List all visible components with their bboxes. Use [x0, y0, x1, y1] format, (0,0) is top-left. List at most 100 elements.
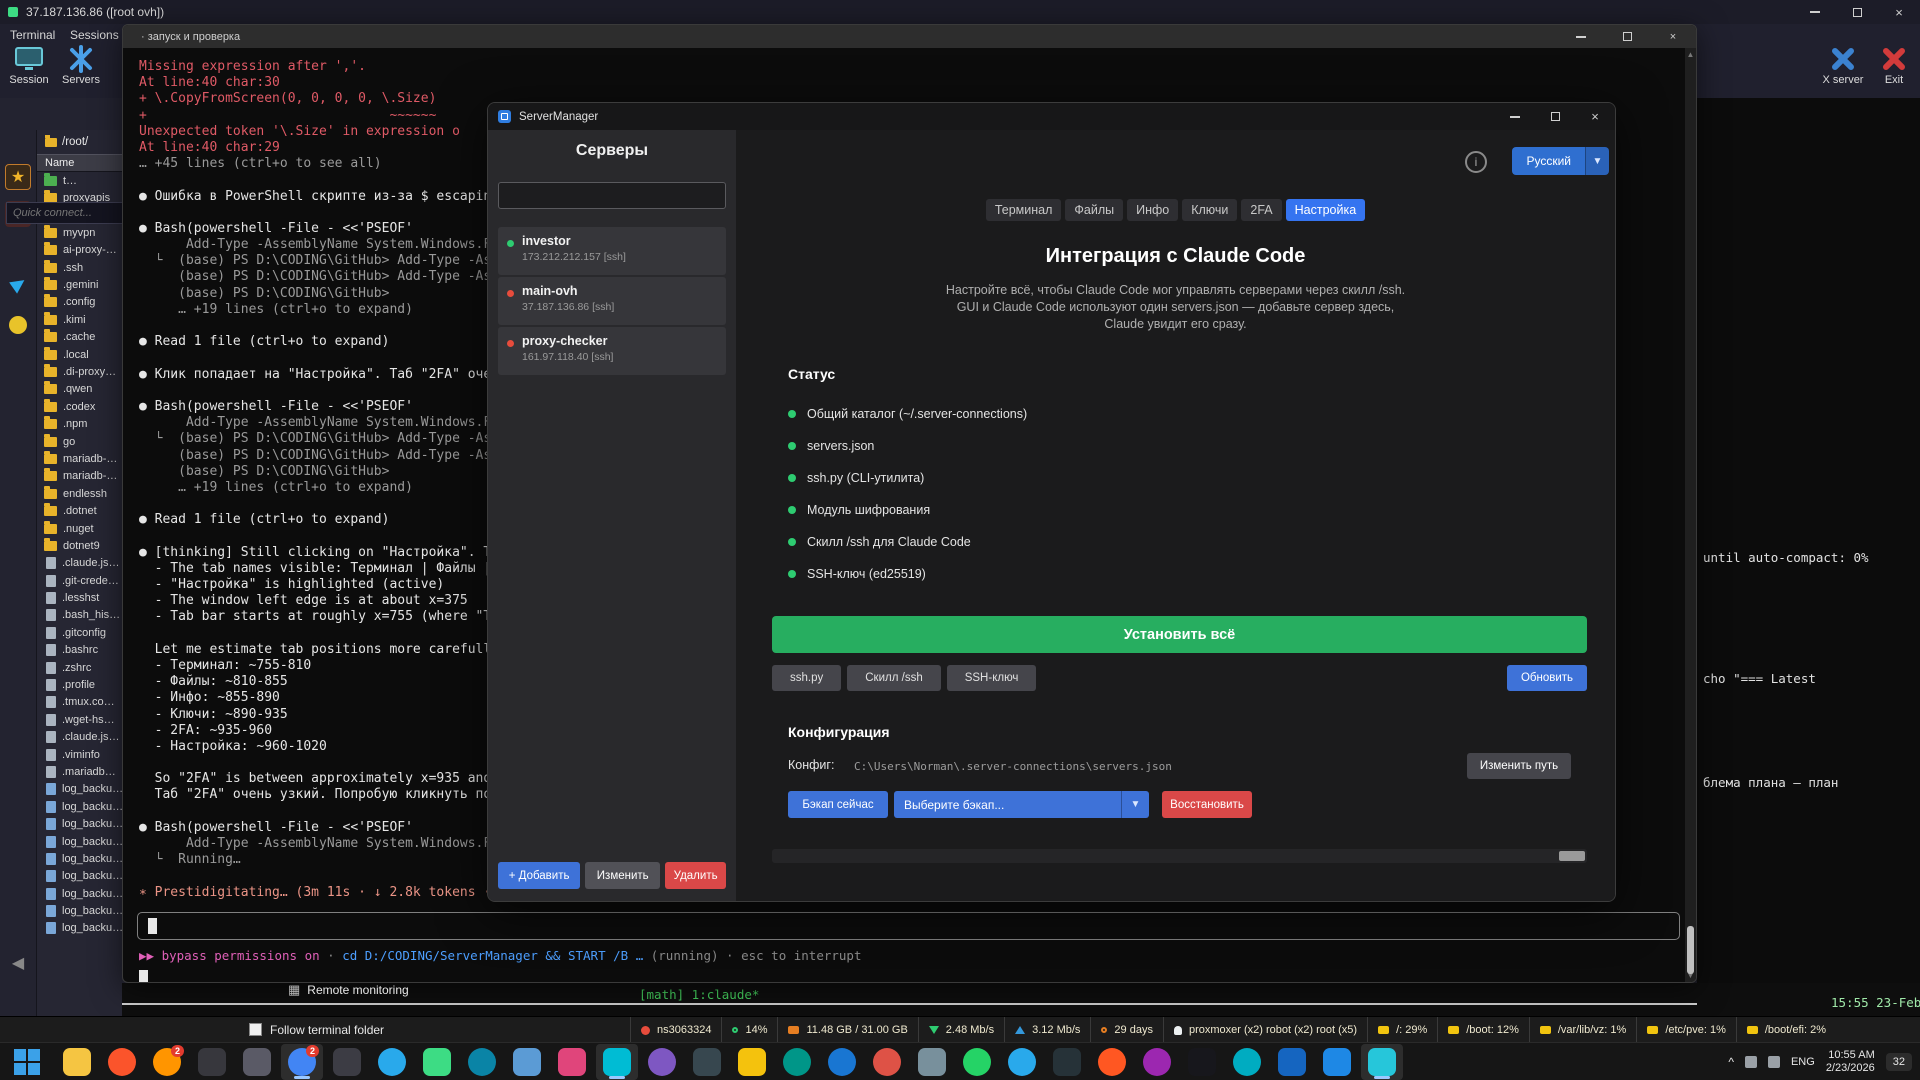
- taskbar-app-icon[interactable]: [1001, 1044, 1043, 1080]
- tab[interactable]: Файлы: [1065, 199, 1123, 221]
- server-list-item[interactable]: main-ovh 37.187.136.86 [ssh]: [498, 277, 726, 325]
- change-path-button[interactable]: Изменить путь: [1467, 753, 1571, 779]
- sm-maximize-button[interactable]: [1535, 103, 1575, 130]
- tray-date: 2/23/2026: [1826, 1062, 1875, 1075]
- backup-now-button[interactable]: Бэкап сейчас: [788, 791, 888, 818]
- keyboard-language[interactable]: ENG: [1791, 1056, 1815, 1068]
- notification-count[interactable]: 32: [1886, 1053, 1912, 1071]
- terminal-close-button[interactable]: ×: [1650, 25, 1696, 48]
- horizontal-scrollbar[interactable]: [772, 849, 1587, 863]
- tray-clock[interactable]: 10:55 AM 2/23/2026: [1826, 1049, 1875, 1075]
- sm-close-button[interactable]: ×: [1575, 103, 1615, 130]
- terminal-maximize-button[interactable]: [1604, 25, 1650, 48]
- status-item-label: Скилл /ssh для Claude Code: [807, 535, 971, 549]
- taskbar-app-icon[interactable]: [1046, 1044, 1088, 1080]
- favorites-star-icon[interactable]: ★: [5, 164, 31, 190]
- scroll-up-arrow[interactable]: ▲: [1685, 50, 1696, 59]
- monitor-segment-value: /boot: 12%: [1466, 1024, 1519, 1036]
- taskbar-app-icon[interactable]: [731, 1044, 773, 1080]
- refresh-button[interactable]: Обновить: [1507, 665, 1587, 691]
- taskbar-app-icon[interactable]: [101, 1044, 143, 1080]
- tab[interactable]: Терминал: [986, 199, 1062, 221]
- taskbar-app-icon[interactable]: [776, 1044, 818, 1080]
- start-button[interactable]: [14, 1049, 40, 1075]
- taskbar-app-icon[interactable]: [416, 1044, 458, 1080]
- server-list-item[interactable]: investor 173.212.212.157 [ssh]: [498, 227, 726, 275]
- taskbar-app-icon[interactable]: [821, 1044, 863, 1080]
- session-button[interactable]: Session: [6, 44, 52, 86]
- taskbar-app-icon[interactable]: [461, 1044, 503, 1080]
- servers-button[interactable]: Servers: [58, 44, 104, 86]
- yellow-ball-icon[interactable]: [5, 312, 31, 338]
- status-item: SSH-ключ (ed25519): [788, 558, 1575, 590]
- tab[interactable]: Инфо: [1127, 199, 1178, 221]
- paper-plane-icon[interactable]: ▶: [0, 265, 36, 301]
- chevron-down-icon: ▼: [1585, 147, 1609, 175]
- taskbar-app-icon[interactable]: [551, 1044, 593, 1080]
- moba-app-icon: [8, 7, 18, 17]
- server-status-dot: [507, 290, 514, 297]
- taskbar-app-icon[interactable]: [371, 1044, 413, 1080]
- taskbar-app-icon[interactable]: [506, 1044, 548, 1080]
- tab[interactable]: Ключи: [1182, 199, 1237, 221]
- install-part-button[interactable]: Скилл /ssh: [847, 665, 940, 691]
- taskbar-app-icon[interactable]: [191, 1044, 233, 1080]
- taskbar-app-icon[interactable]: [1316, 1044, 1358, 1080]
- taskbar-app-icon[interactable]: [56, 1044, 98, 1080]
- scrollbar-thumb[interactable]: [1687, 926, 1694, 974]
- language-selector[interactable]: Русский ▼: [1512, 147, 1609, 175]
- tray-expand-chevron[interactable]: ^: [1728, 1055, 1734, 1069]
- tab[interactable]: 2FA: [1241, 199, 1281, 221]
- horizontal-scrollbar-thumb[interactable]: [1559, 851, 1585, 861]
- taskbar-app-icon[interactable]: [326, 1044, 368, 1080]
- taskbar-app-icon[interactable]: [1181, 1044, 1223, 1080]
- file-name: log_backu…: [62, 905, 123, 917]
- file-name: .cache: [63, 331, 95, 343]
- taskbar-app-icon[interactable]: [1361, 1044, 1403, 1080]
- network-icon[interactable]: [1745, 1056, 1757, 1068]
- volume-icon[interactable]: [1768, 1056, 1780, 1068]
- close-button[interactable]: ×: [1878, 0, 1920, 24]
- claude-input-box[interactable]: [137, 912, 1680, 940]
- taskbar-app-icon[interactable]: 2: [281, 1044, 323, 1080]
- delete-server-button[interactable]: Удалить: [665, 862, 726, 889]
- minimize-button[interactable]: [1794, 0, 1836, 24]
- edit-server-button[interactable]: Изменить: [585, 862, 660, 889]
- follow-terminal-checkbox[interactable]: [249, 1023, 262, 1036]
- remote-monitoring-toggle[interactable]: ▦ Remote monitoring: [288, 980, 409, 1000]
- collapse-sidebar-icon[interactable]: ◀: [5, 950, 31, 976]
- x-server-button[interactable]: X server: [1815, 44, 1871, 86]
- backup-select-dropdown[interactable]: Выберите бэкап... ▼: [894, 791, 1149, 818]
- exit-button[interactable]: Exit: [1872, 44, 1916, 86]
- maximize-button[interactable]: [1836, 0, 1878, 24]
- taskbar-app-icon[interactable]: [641, 1044, 683, 1080]
- folder-icon: [45, 138, 57, 147]
- taskbar-app-icon[interactable]: [1136, 1044, 1178, 1080]
- taskbar-app-icon[interactable]: [911, 1044, 953, 1080]
- sm-minimize-button[interactable]: [1495, 103, 1535, 130]
- menu-terminal[interactable]: Terminal: [10, 28, 55, 42]
- info-icon[interactable]: i: [1465, 151, 1487, 173]
- taskbar-app-icon[interactable]: [686, 1044, 728, 1080]
- install-all-button[interactable]: Установить всё: [772, 616, 1587, 653]
- taskbar-app-icon[interactable]: [1271, 1044, 1313, 1080]
- terminal-minimize-button[interactable]: [1558, 25, 1604, 48]
- tab[interactable]: Настройка: [1286, 199, 1366, 221]
- taskbar-app-icon[interactable]: [236, 1044, 278, 1080]
- taskbar-app-icon[interactable]: [956, 1044, 998, 1080]
- server-search-input[interactable]: [498, 182, 726, 209]
- restore-button[interactable]: Восстановить: [1162, 791, 1252, 818]
- taskbar-app-icon[interactable]: [1091, 1044, 1133, 1080]
- install-part-button[interactable]: ssh.py: [772, 665, 841, 691]
- menu-sessions[interactable]: Sessions: [70, 28, 119, 42]
- server-list-item[interactable]: proxy-checker 161.97.118.40 [ssh]: [498, 327, 726, 375]
- taskbar-app-icon[interactable]: [866, 1044, 908, 1080]
- terminal-scrollbar[interactable]: ▲ ▼: [1685, 48, 1696, 982]
- add-server-button[interactable]: + Добавить: [498, 862, 580, 889]
- taskbar-app-icon[interactable]: [1226, 1044, 1268, 1080]
- taskbar-app-icon[interactable]: 2: [146, 1044, 188, 1080]
- quick-connect-input[interactable]: [6, 202, 128, 224]
- file-name: log_backu…: [62, 870, 123, 882]
- taskbar-app-icon[interactable]: [596, 1044, 638, 1080]
- install-part-button[interactable]: SSH-ключ: [947, 665, 1037, 691]
